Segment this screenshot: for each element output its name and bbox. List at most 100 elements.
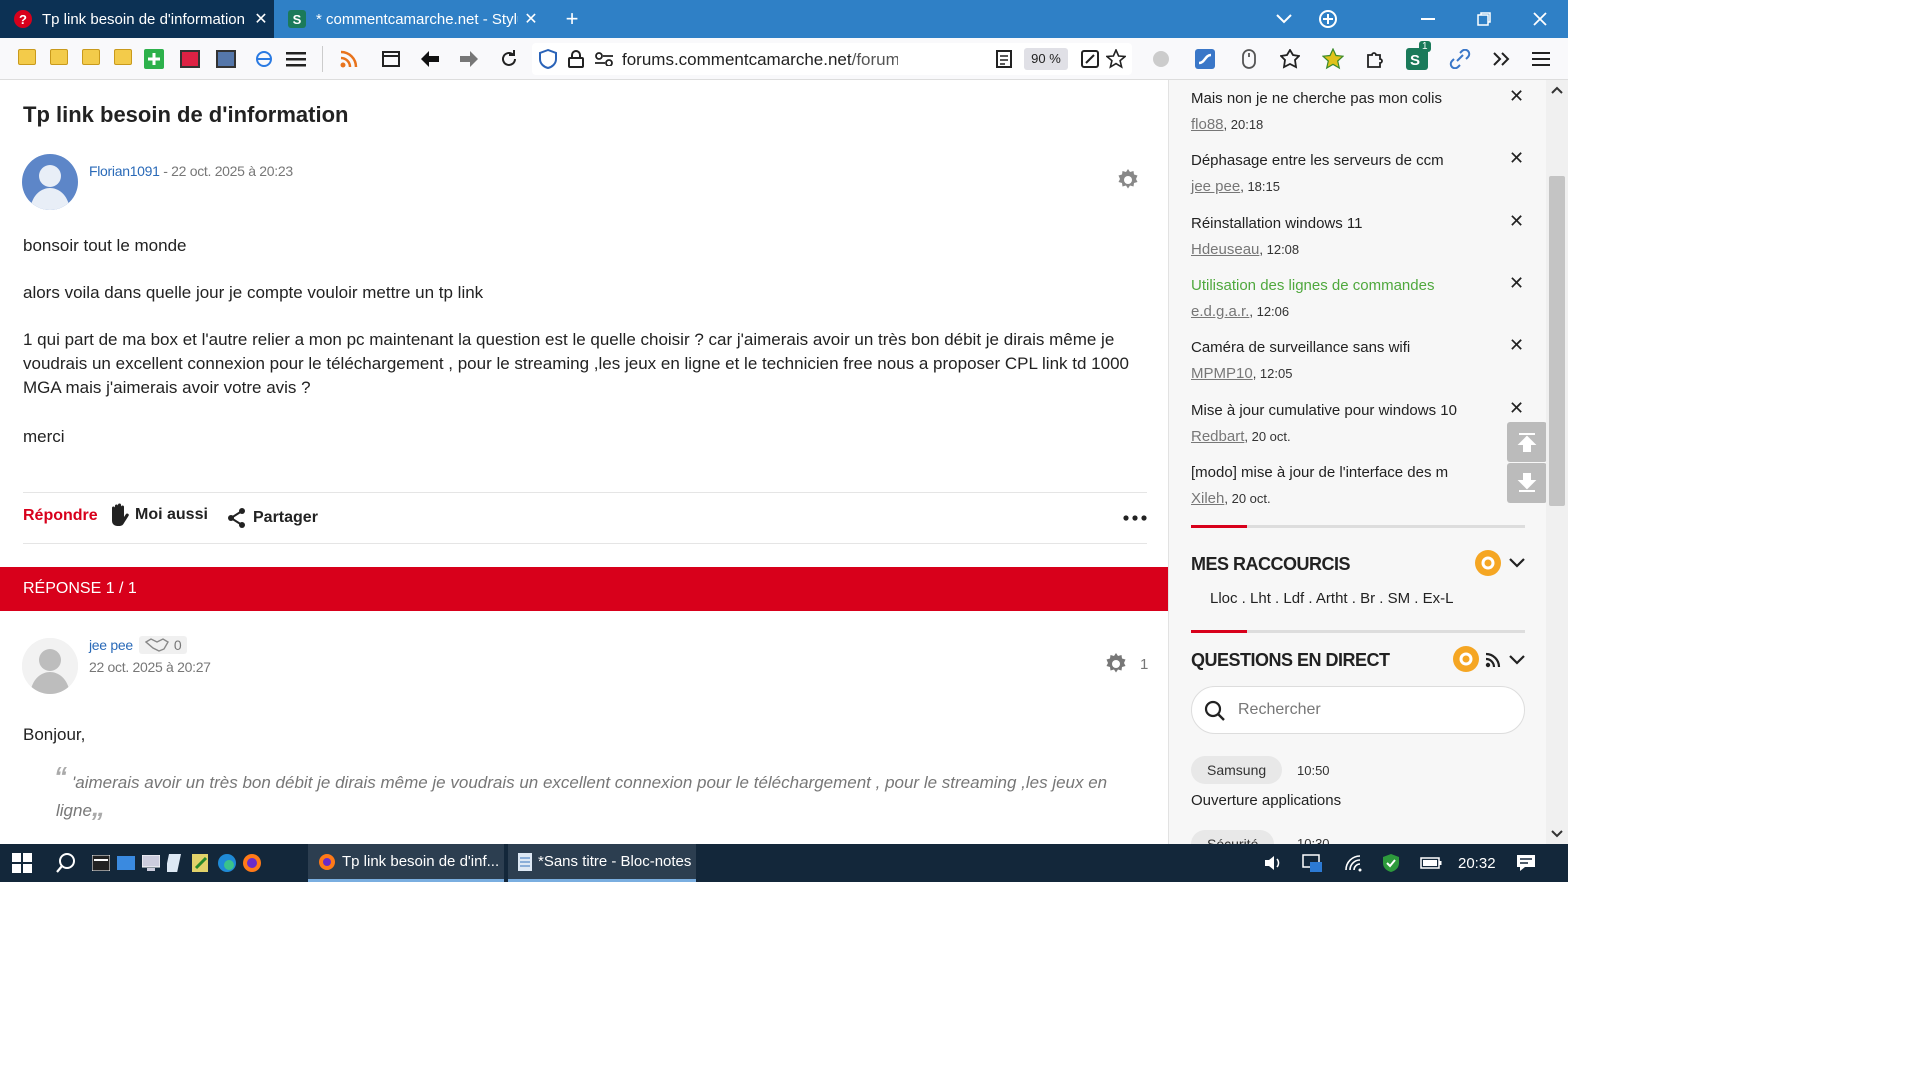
computer-shortcut-icon[interactable] (142, 844, 160, 882)
shortcuts-links[interactable]: Lloc . Lht . Ldf . Artht . Br . SM . Ex-… (1210, 590, 1453, 607)
bookmark-folder-icon[interactable] (18, 49, 36, 65)
screenshot-bookmark-icon[interactable] (214, 47, 238, 71)
dismiss-icon[interactable]: ✕ (1509, 211, 1524, 232)
reader-view-icon[interactable] (992, 47, 1016, 71)
globe-icon[interactable] (252, 47, 276, 71)
restore-button[interactable] (1456, 0, 1512, 38)
security-shield-icon[interactable] (1382, 844, 1400, 882)
shortcuts-collapse-icon[interactable] (1509, 558, 1525, 568)
shortcuts-settings-icon[interactable] (1475, 550, 1501, 576)
close-window-button[interactable] (1512, 0, 1568, 38)
screenshot-bookmark-icon[interactable] (178, 47, 202, 71)
recent-topic[interactable]: Mais non je ne cherche pas mon colis flo… (1191, 90, 1511, 133)
scroll-bottom-button[interactable] (1507, 463, 1546, 503)
pen-shortcut-icon[interactable] (192, 844, 210, 882)
menu-lines-icon[interactable] (284, 47, 308, 71)
scrollbar-thumb[interactable] (1549, 176, 1565, 506)
favorites-star-icon[interactable] (1321, 47, 1345, 71)
back-arrow-icon[interactable] (418, 47, 442, 71)
post-gear-icon[interactable] (1116, 168, 1140, 192)
overflow-chevrons-icon[interactable] (1489, 47, 1513, 71)
mouse-extension-icon[interactable] (1237, 47, 1261, 71)
author-link[interactable]: Florian1091 (89, 163, 160, 179)
tab-stylus[interactable]: S * commentcamarche.net - Stylus ✕ (276, 0, 544, 38)
recent-topic[interactable]: Déphasage entre les serveurs de ccm jee … (1191, 152, 1511, 195)
tracking-shield-icon[interactable] (536, 47, 560, 71)
wifi-icon[interactable] (1344, 844, 1364, 882)
sync-icon[interactable] (1300, 0, 1356, 38)
reply-author-link[interactable]: jee pee (89, 637, 133, 653)
reply-gear[interactable]: 1 (1104, 652, 1148, 676)
taskbar-search-icon[interactable] (55, 844, 77, 882)
bookmark-star-icon[interactable] (1104, 47, 1128, 71)
stylus-s-extension-icon[interactable]: S1 (1405, 41, 1431, 71)
link-extension-icon[interactable] (1448, 47, 1472, 71)
edit-page-icon[interactable] (1078, 47, 1102, 71)
extension-cloud-icon[interactable] (1149, 47, 1173, 71)
bookmark-folder-icon[interactable] (50, 49, 68, 65)
me-too-button[interactable]: Moi aussi (109, 503, 208, 527)
taskbar-app-notepad[interactable]: *Sans titre - Bloc-notes (508, 844, 696, 882)
questions-collapse-icon[interactable] (1509, 655, 1525, 665)
recent-topic[interactable]: Utilisation des lignes de commandes e.d.… (1191, 277, 1511, 320)
questions-rss-icon[interactable] (1485, 652, 1501, 668)
question-tag[interactable]: Samsung (1191, 756, 1283, 784)
extensions-puzzle-icon[interactable] (1363, 47, 1387, 71)
recent-topic-user[interactable]: Xileh (1191, 490, 1224, 507)
edge-browser-icon[interactable] (217, 844, 237, 882)
reload-icon[interactable] (497, 47, 521, 71)
page-scrollbar[interactable] (1546, 80, 1568, 844)
forward-arrow-icon[interactable] (457, 47, 481, 71)
bookmark-folder-icon[interactable] (114, 49, 132, 65)
notifications-icon[interactable] (1516, 844, 1536, 882)
author-avatar[interactable] (22, 154, 78, 210)
notepad-shortcut-icon[interactable] (167, 844, 183, 882)
dismiss-icon[interactable]: ✕ (1509, 86, 1524, 107)
thanks-badge[interactable]: 0 (138, 636, 188, 654)
question-tag[interactable]: Sécurité (1191, 830, 1275, 844)
volume-icon[interactable] (1264, 844, 1282, 882)
recent-topic-title[interactable]: Réinstallation windows 11 (1191, 215, 1511, 232)
tab-active[interactable]: ? Tp link besoin de d'information ✕ (0, 0, 274, 38)
recent-topic[interactable]: Caméra de surveillance sans wifi MPMP10,… (1191, 339, 1511, 382)
reply-author-avatar[interactable] (22, 638, 78, 694)
recent-topic-title[interactable]: Mise à jour cumulative pour windows 10 (1191, 402, 1511, 419)
firefox-icon[interactable] (242, 844, 262, 882)
bookmark-folder-icon[interactable] (82, 49, 100, 65)
questions-search-input[interactable]: Rechercher (1191, 686, 1525, 734)
taskbar-app-firefox[interactable]: Tp link besoin de d'inf... (308, 844, 504, 882)
recent-topic-title[interactable]: Caméra de surveillance sans wifi (1191, 339, 1511, 356)
start-windows-icon[interactable] (12, 844, 32, 882)
dismiss-icon[interactable]: ✕ (1509, 398, 1524, 419)
app-menu-icon[interactable] (1529, 47, 1553, 71)
tab-close-icon[interactable]: ✕ (518, 9, 544, 29)
stylus-extension-icon[interactable] (1193, 47, 1217, 71)
sidebar-toggle-icon[interactable] (379, 47, 403, 71)
dismiss-icon[interactable]: ✕ (1509, 335, 1524, 356)
scroll-up-arrow-icon[interactable] (1551, 86, 1563, 94)
permissions-icon[interactable] (592, 47, 616, 71)
badge-extension-icon[interactable] (1278, 47, 1302, 71)
battery-icon[interactable] (1420, 844, 1442, 882)
lock-icon[interactable] (564, 47, 588, 71)
recent-topic-user[interactable]: Hdeuseau (1191, 241, 1259, 258)
dismiss-icon[interactable]: ✕ (1509, 148, 1524, 169)
recent-topic[interactable]: Mise à jour cumulative pour windows 10 R… (1191, 402, 1511, 445)
minimize-button[interactable] (1400, 0, 1456, 38)
clock[interactable]: 20:32 (1458, 844, 1496, 882)
recent-topic-title[interactable]: Mais non je ne cherche pas mon colis (1191, 90, 1511, 107)
zoom-level[interactable]: 90 % (1024, 48, 1068, 70)
recent-topic[interactable]: Réinstallation windows 11 Hdeuseau, 12:0… (1191, 215, 1511, 258)
share-button[interactable]: Partager (227, 507, 318, 529)
desktop-shortcut-icon[interactable] (117, 844, 135, 882)
tab-close-icon[interactable]: ✕ (248, 9, 274, 29)
recent-topic-title[interactable]: Déphasage entre les serveurs de ccm (1191, 152, 1511, 169)
scroll-down-arrow-icon[interactable] (1551, 830, 1563, 838)
reply-button[interactable]: Répondre (23, 507, 98, 525)
rss-icon[interactable] (337, 47, 361, 71)
recent-topic-title[interactable]: Utilisation des lignes de commandes (1191, 277, 1511, 294)
more-options-icon[interactable] (1123, 515, 1147, 521)
recent-topic-user[interactable]: Redbart (1191, 428, 1244, 445)
recent-topic-user[interactable]: flo88 (1191, 116, 1224, 133)
questions-settings-icon[interactable] (1453, 646, 1479, 672)
